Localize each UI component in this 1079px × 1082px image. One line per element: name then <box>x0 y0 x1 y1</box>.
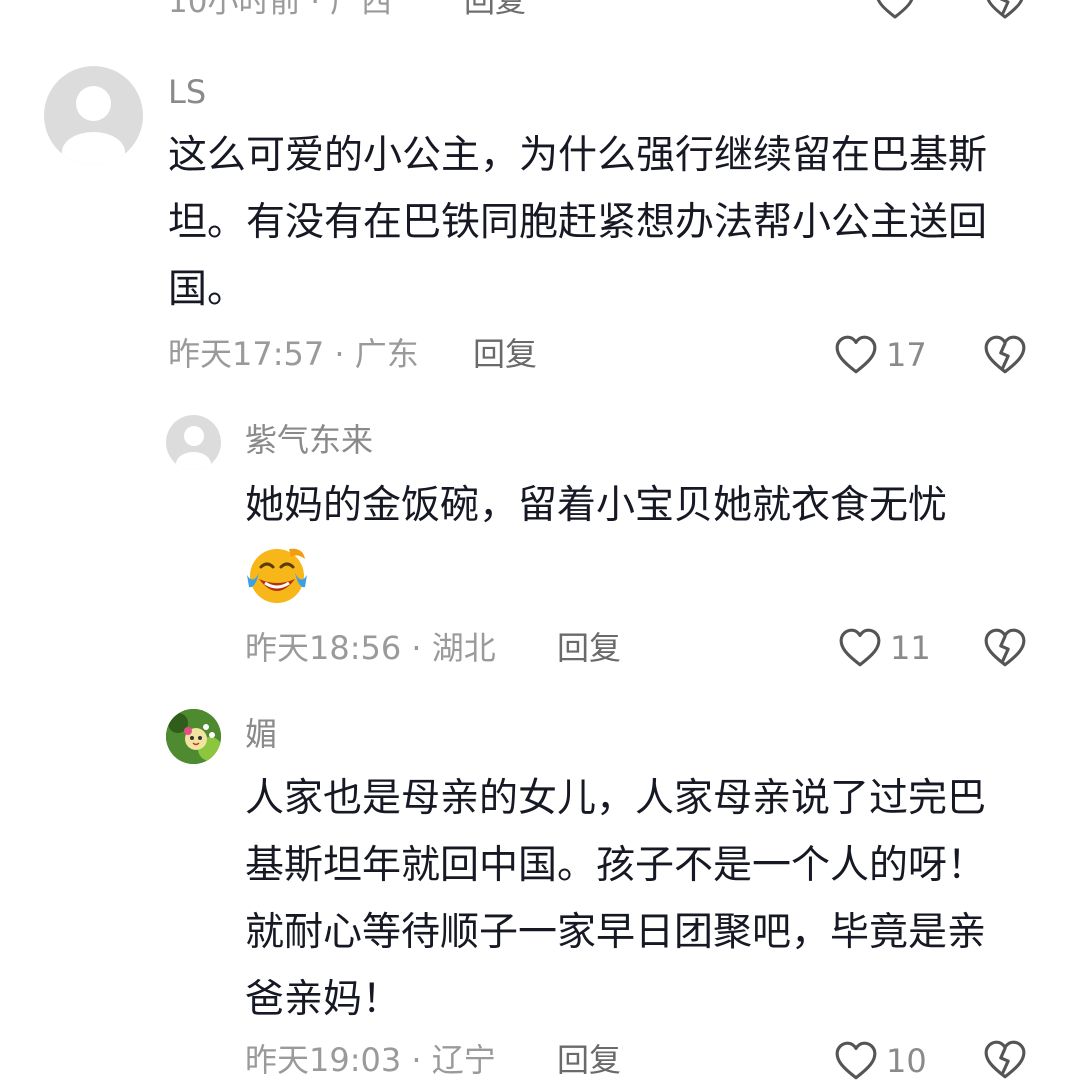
crying-laughing-emoji-icon <box>245 545 309 605</box>
heart-outline-icon <box>835 1041 877 1080</box>
dislike-button[interactable] <box>984 0 1026 20</box>
reply-button[interactable]: 回复 <box>464 0 526 22</box>
heart-outline-icon <box>839 628 881 667</box>
comment-line: 就耐心等待顺子一家早日团聚吧，毕竟是亲 <box>245 910 987 955</box>
comment-meta: 10小时前 · 广西 <box>168 0 393 20</box>
previous-comment-actions: 10小时前 · 广西 回复 <box>168 0 1028 22</box>
avatar[interactable] <box>44 66 143 165</box>
avatar[interactable] <box>166 709 221 764</box>
avatar-body <box>62 132 125 165</box>
comment-line: 国。 <box>168 267 247 312</box>
comment-username[interactable]: 紫气东来 <box>245 420 373 460</box>
reply-item: 紫气东来 她妈的金饭碗，留着小宝贝她就衣食无忧 昨天18:56 · 湖北 回复 … <box>0 405 1079 685</box>
broken-heart-icon <box>984 628 1026 667</box>
heart-outline-icon <box>876 0 914 19</box>
comment-text: 人家也是母亲的女儿，人家母亲说了过完巴 基斯坦年就回中国。孩子不是一个人的呀！ … <box>245 765 1045 1033</box>
reply-item: 媚 人家也是母亲的女儿，人家母亲说了过完巴 基斯坦年就回中国。孩子不是一个人的呀… <box>0 700 1079 1080</box>
like-button[interactable]: 10 <box>834 1040 934 1082</box>
comment-line: 基斯坦年就回中国。孩子不是一个人的呀！ <box>245 843 987 888</box>
comment-item: LS 这么可爱的小公主，为什么强行继续留在巴基斯 坦。有没有在巴铁同胞赶紧想办法… <box>0 60 1079 390</box>
avatar-head <box>76 86 111 121</box>
like-count: 17 <box>886 336 927 374</box>
comment-username[interactable]: LS <box>168 72 206 112</box>
comment-line: 坦。有没有在巴铁同胞赶紧想办法帮小公主送回 <box>168 200 988 245</box>
comment-line: 人家也是母亲的女儿，人家母亲说了过完巴 <box>245 776 987 821</box>
like-count: 10 <box>886 1042 927 1080</box>
comment-line: 她妈的金饭碗，留着小宝贝她就衣食无忧 <box>245 483 948 528</box>
broken-heart-icon <box>984 335 1026 374</box>
like-count: 11 <box>890 629 931 667</box>
comment-meta: 昨天17:57 · 广东 <box>168 335 419 373</box>
comment-text: 她妈的金饭碗，留着小宝贝她就衣食无忧 <box>245 472 1045 539</box>
comment-meta: 昨天19:03 · 辽宁 <box>245 1041 496 1079</box>
avatar-image <box>166 709 221 764</box>
dislike-button[interactable] <box>983 628 1027 668</box>
comment-text: 这么可爱的小公主，为什么强行继续留在巴基斯 坦。有没有在巴铁同胞赶紧想办法帮小公… <box>168 122 1048 323</box>
comment-line: 爸亲妈！ <box>245 977 402 1022</box>
like-button[interactable] <box>874 0 916 20</box>
avatar[interactable] <box>166 415 221 470</box>
avatar-head <box>184 426 204 446</box>
avatar-body <box>176 452 211 470</box>
heart-outline-icon <box>835 335 877 374</box>
dislike-button[interactable] <box>983 335 1027 375</box>
broken-heart-icon <box>984 1040 1026 1079</box>
dislike-button[interactable] <box>983 1040 1027 1080</box>
broken-heart-icon <box>986 0 1024 19</box>
reply-button[interactable]: 回复 <box>557 1040 621 1080</box>
reply-button[interactable]: 回复 <box>473 334 537 374</box>
reply-button[interactable]: 回复 <box>557 628 621 668</box>
like-button[interactable]: 11 <box>838 627 938 669</box>
comment-line: 这么可爱的小公主，为什么强行继续留在巴基斯 <box>168 133 988 178</box>
like-button[interactable]: 17 <box>834 334 934 376</box>
comment-meta: 昨天18:56 · 湖北 <box>245 629 496 667</box>
comment-username[interactable]: 媚 <box>245 714 277 754</box>
